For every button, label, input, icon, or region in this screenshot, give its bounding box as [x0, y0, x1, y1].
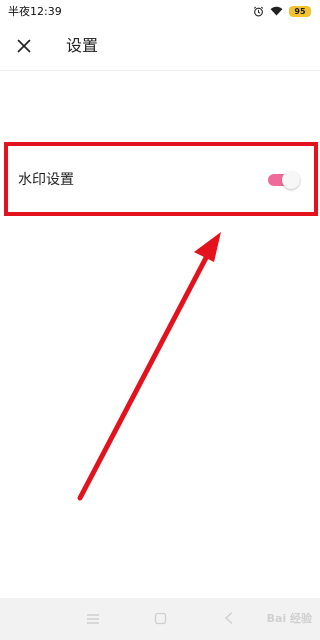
menu-icon: [86, 610, 100, 629]
pointer-arrow: [77, 232, 221, 501]
watermark-text: Bai 经验: [266, 612, 312, 625]
status-time: 半夜12:39: [8, 5, 62, 18]
menu-button[interactable]: [82, 608, 104, 630]
toggle-thumb: [282, 171, 300, 189]
battery-icon: 95: [289, 5, 311, 17]
wifi-icon: [270, 6, 283, 16]
alarm-icon: [253, 6, 264, 17]
close-button[interactable]: [10, 34, 38, 60]
home-icon: [154, 610, 167, 629]
app-bar: 设置: [0, 22, 320, 71]
home-button[interactable]: [149, 608, 171, 630]
watermark-setting-label: 水印设置: [18, 172, 74, 188]
close-icon: [17, 38, 31, 57]
status-bar: 半夜12:39 95: [0, 0, 320, 22]
watermark-toggle[interactable]: [268, 170, 300, 190]
page-title: 设置: [66, 36, 99, 55]
back-icon: [224, 610, 234, 629]
back-button[interactable]: [218, 608, 240, 630]
status-icons: 95: [253, 5, 311, 17]
navigation-bar: Bai 经验: [0, 598, 320, 640]
